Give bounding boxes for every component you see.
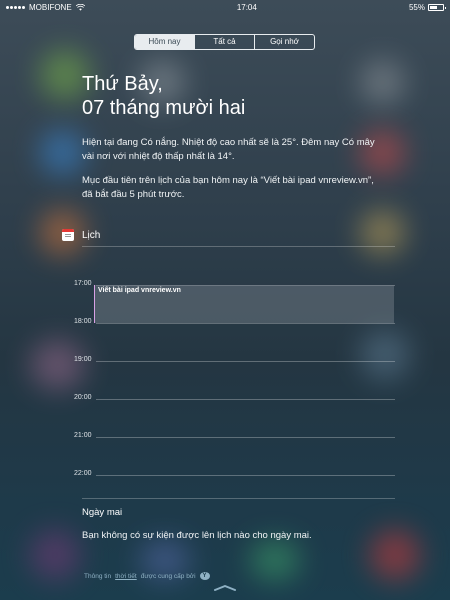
divider	[82, 246, 395, 247]
time-label: 20:00	[74, 394, 92, 401]
event-title: Viết bài ipad vnreview.vn	[98, 287, 181, 294]
attribution-prefix: Thông tin	[84, 572, 112, 580]
tab-all[interactable]: Tất cả	[194, 35, 254, 49]
day-name: Thứ Bảy,	[82, 73, 163, 95]
timeline-row: 22:00	[60, 470, 395, 477]
timeline-row: 20:00	[60, 394, 395, 401]
time-label: 21:00	[74, 432, 92, 439]
calendar-event[interactable]: Viết bài ipad vnreview.vn	[94, 285, 394, 323]
grabber-chevron-icon[interactable]	[214, 584, 236, 592]
calendar-icon	[62, 229, 74, 241]
hour-line	[96, 323, 395, 324]
hour-line	[96, 475, 395, 476]
divider	[82, 498, 395, 499]
battery-icon	[428, 3, 446, 11]
timeline-row: 18:00	[60, 318, 395, 325]
signal-icon	[6, 5, 25, 9]
tomorrow-title: Ngày mai	[82, 507, 123, 518]
notification-tabs: Hôm nay Tất cả Gọi nhớ	[134, 34, 315, 50]
weather-summary: Hiện tại đang Có nắng. Nhiệt độ cao nhất…	[82, 137, 375, 162]
timeline-row: 19:00	[60, 356, 395, 363]
date-text: 07 tháng mười hai	[82, 97, 246, 119]
hour-line	[96, 437, 395, 438]
weather-link[interactable]: thời tiết	[115, 573, 137, 580]
calendar-widget-title: Lịch	[82, 229, 101, 241]
attribution-suffix: được cung cấp bởi	[140, 572, 196, 580]
tab-today[interactable]: Hôm nay	[135, 35, 194, 49]
status-bar: MOBIFONE 17:04 55%	[0, 0, 450, 14]
carrier-label: MOBIFONE	[29, 2, 72, 12]
status-time: 17:04	[236, 2, 257, 12]
wifi-icon	[75, 3, 85, 11]
time-label: 19:00	[74, 356, 92, 363]
time-label: 22:00	[74, 470, 92, 477]
time-label: 17:00	[74, 280, 92, 287]
yahoo-icon[interactable]: Y	[199, 572, 210, 580]
tomorrow-text: Bạn không có sự kiện được lên lịch nào c…	[82, 530, 312, 541]
calendar-summary: Mục đầu tiên trên lịch của bạn hôm nay l…	[82, 175, 374, 200]
timeline-row: 21:00	[60, 432, 395, 439]
battery-percent: 55%	[408, 2, 425, 12]
date-heading: Thứ Bảy, 07 tháng mười hai	[82, 72, 245, 120]
calendar-widget-header[interactable]: Lịch	[62, 229, 100, 241]
time-label: 18:00	[74, 318, 92, 325]
tab-missed[interactable]: Gọi nhớ	[254, 35, 314, 49]
weather-attribution: Thông tin thời tiết được cung cấp bởi Y	[84, 572, 210, 580]
status-left: MOBIFONE	[6, 3, 85, 12]
status-right: 55%	[408, 2, 446, 12]
hour-line	[96, 399, 395, 400]
hour-line	[96, 361, 395, 362]
